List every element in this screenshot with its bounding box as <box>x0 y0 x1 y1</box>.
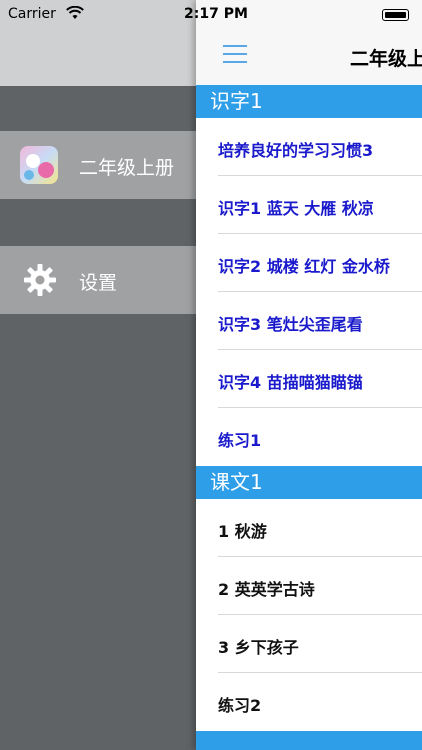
clock: 2:17 PM <box>184 6 248 22</box>
list-item-label: 练习2 <box>218 696 262 715</box>
side-menu-item-settings[interactable]: 设置 <box>0 246 196 314</box>
gear-icon <box>24 264 56 296</box>
page-title: 二年级上 <box>350 48 422 70</box>
list-item[interactable]: 识字1 蓝天 大雁 秋凉 <box>196 176 422 234</box>
list-item[interactable]: 识字2 城楼 红灯 金水桥 <box>196 234 422 292</box>
list-item-label: 2 英英学古诗 <box>218 580 315 599</box>
wifi-icon <box>66 6 84 19</box>
side-menu-item-grade2[interactable]: 二年级上册 <box>0 131 196 199</box>
lesson-list-panel: 二年级上 识字1 培养良好的学习习惯3 识字1 蓝天 大雁 秋凉 识字2 城楼 … <box>196 0 422 750</box>
list-item-label: 培养良好的学习习惯3 <box>218 141 374 160</box>
list-item[interactable]: 识字3 笔灶尖歪尾看 <box>196 292 422 350</box>
list-item[interactable]: 识字4 苗描喵猫瞄锚 <box>196 350 422 408</box>
battery-icon <box>382 9 409 21</box>
list-item[interactable]: 练习1 <box>196 408 422 466</box>
list-item-label: 识字3 笔灶尖歪尾看 <box>218 315 363 334</box>
lesson-list: 识字1 培养良好的学习习惯3 识字1 蓝天 大雁 秋凉 识字2 城楼 红灯 金水… <box>196 85 422 750</box>
list-item-label: 练习1 <box>218 431 262 450</box>
side-menu-item-label: 二年级上册 <box>79 157 175 179</box>
list-item-label: 3 乡下孩子 <box>218 638 299 657</box>
status-bar: Carrier 2:17 PM <box>0 0 422 30</box>
section-header <box>196 731 422 750</box>
app-thumbnail-icon <box>20 146 58 184</box>
side-menu-item-label: 设置 <box>79 272 118 294</box>
carrier-label: Carrier <box>8 6 56 22</box>
list-item[interactable]: 练习2 <box>196 673 422 731</box>
list-item-label: 1 秋游 <box>218 522 267 541</box>
list-item[interactable]: 3 乡下孩子 <box>196 615 422 673</box>
list-item[interactable]: 培养良好的学习习惯3 <box>196 118 422 176</box>
list-item[interactable]: 2 英英学古诗 <box>196 557 422 615</box>
hamburger-icon[interactable] <box>223 45 247 65</box>
section-header: 识字1 <box>196 85 422 118</box>
list-item[interactable]: 1 秋游 <box>196 499 422 557</box>
list-item-label: 识字1 蓝天 大雁 秋凉 <box>218 199 374 218</box>
list-item-label: 识字2 城楼 红灯 金水桥 <box>218 257 390 276</box>
section-header: 课文1 <box>196 466 422 499</box>
list-item-label: 识字4 苗描喵猫瞄锚 <box>218 373 363 392</box>
